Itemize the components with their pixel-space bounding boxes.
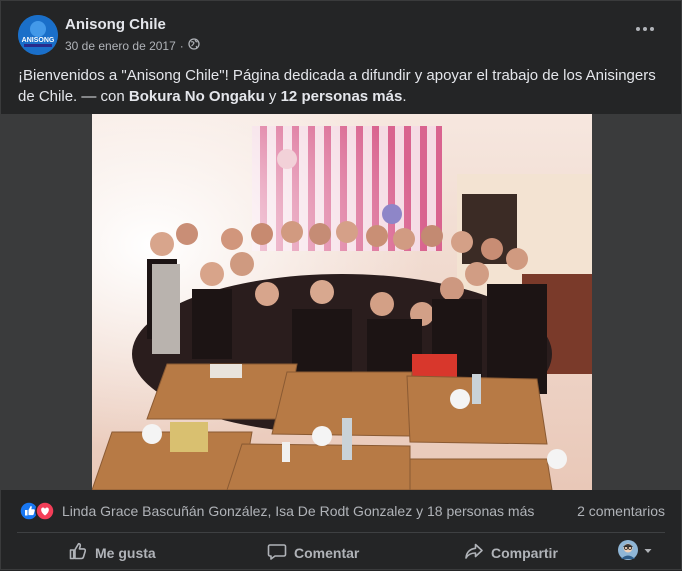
like-button[interactable]: Me gusta	[68, 534, 156, 571]
more-dot-icon	[636, 27, 640, 31]
love-reaction-icon	[35, 501, 55, 521]
reactions-bar: Linda Grace Bascuñán González, Isa De Ro…	[1, 490, 681, 532]
comments-count[interactable]: 2 comentarios	[577, 503, 665, 519]
reaction-icons[interactable]	[19, 501, 59, 521]
share-arrow-icon	[464, 541, 484, 564]
caption-conjunction: y	[264, 88, 281, 105]
tagged-people-link[interactable]: 12 personas más	[281, 88, 403, 105]
action-bar: Me gusta Comentar Compartir	[1, 534, 681, 571]
post-card: ANISONG Anisong Chile 30 de enero de 201…	[0, 0, 682, 570]
more-dot-icon	[643, 27, 647, 31]
user-avatar	[617, 539, 639, 566]
divider	[17, 532, 665, 533]
share-button[interactable]: Compartir	[464, 534, 558, 571]
comment-label: Comentar	[294, 544, 360, 561]
post-as-profile-selector[interactable]	[617, 539, 653, 566]
meta-separator: ·	[179, 38, 184, 53]
post-caption: ¡Bienvenidos a "Anisong Chile"! Página d…	[18, 65, 668, 107]
post-meta: 30 de enero de 2017 ·	[65, 38, 200, 53]
more-dot-icon	[650, 27, 654, 31]
post-date[interactable]: 30 de enero de 2017	[65, 39, 176, 53]
chevron-down-icon	[643, 543, 653, 561]
share-label: Compartir	[491, 544, 558, 561]
page-avatar[interactable]: ANISONG	[18, 15, 58, 55]
caption-end: .	[402, 88, 407, 105]
more-options-button[interactable]	[633, 19, 657, 39]
tagged-page-link[interactable]: Bokura No Ongaku	[129, 88, 265, 105]
photo-container	[1, 114, 681, 490]
like-label: Me gusta	[95, 544, 156, 561]
thumbs-up-icon	[68, 541, 88, 564]
page-name-link[interactable]: Anisong Chile	[65, 16, 166, 33]
comment-bubble-icon	[267, 541, 287, 564]
avatar-logo-text: ANISONG	[22, 37, 55, 44]
comment-button[interactable]: Comentar	[267, 534, 359, 571]
globe-icon	[188, 38, 200, 53]
reactors-list[interactable]: Linda Grace Bascuñán González, Isa De Ro…	[62, 503, 534, 519]
group-photo[interactable]	[92, 114, 592, 490]
